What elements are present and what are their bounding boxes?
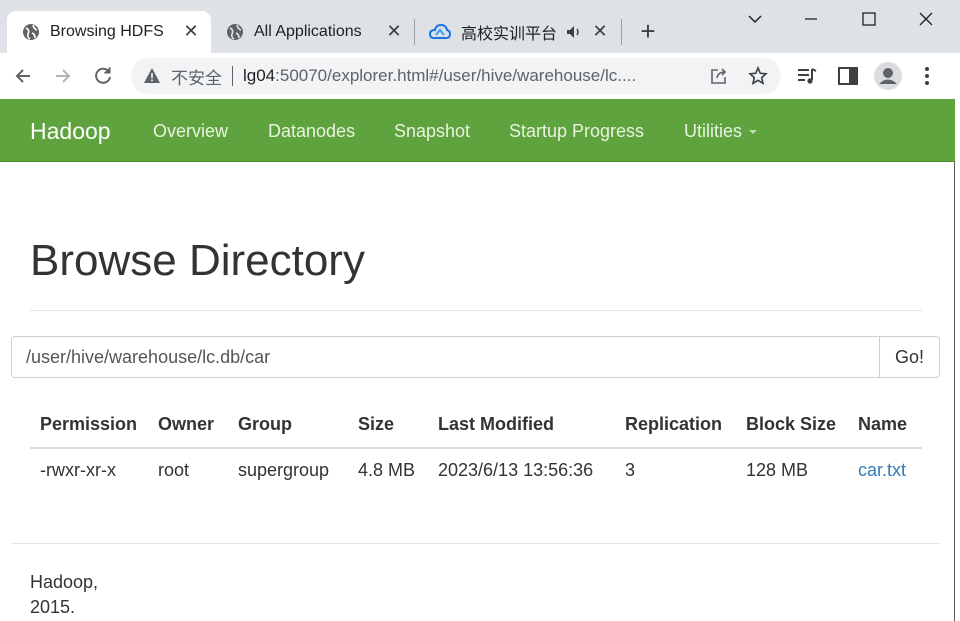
column-header-size[interactable]: Size [358, 414, 394, 435]
table-header-divider [30, 447, 922, 449]
forward-icon[interactable] [48, 61, 78, 91]
globe-icon [23, 24, 39, 40]
close-tab-icon[interactable]: ✕ [590, 21, 610, 41]
hadoop-navbar: Hadoop Overview Datanodes Snapshot Start… [0, 99, 955, 162]
footer: Hadoop, 2015. [30, 570, 98, 620]
url-host: lg04 [243, 66, 276, 85]
close-window-icon[interactable] [911, 6, 941, 32]
back-icon[interactable] [8, 61, 38, 91]
footer-divider [11, 543, 940, 544]
share-icon[interactable] [709, 66, 729, 86]
navbar-brand[interactable]: Hadoop [30, 118, 111, 145]
nav-datanodes[interactable]: Datanodes [268, 121, 355, 142]
cloud-icon [429, 24, 451, 39]
security-label: 不安全 [171, 68, 222, 88]
cell-group: supergroup [238, 460, 330, 480]
cell-block-size: 128 MB [746, 460, 809, 480]
cell-permission: -rwxr-xr-x [40, 460, 116, 480]
reload-icon[interactable] [88, 61, 118, 91]
footer-line: 2015. [30, 597, 76, 617]
nav-snapshot[interactable]: Snapshot [394, 121, 470, 142]
tab-search-icon[interactable] [740, 6, 770, 32]
tab-training-platform[interactable]: 高校实训平台 ✕ [416, 11, 620, 53]
cell-last-modified: 2023/6/13 13:56:36 [438, 460, 594, 480]
go-button[interactable]: Go! [879, 336, 940, 378]
tab-separator [621, 19, 622, 45]
star-icon[interactable] [748, 66, 768, 86]
minimize-icon[interactable] [796, 6, 826, 32]
url-path: :50070/explorer.html#/user/hive/warehous… [275, 66, 637, 85]
close-tab-icon[interactable]: ✕ [384, 21, 404, 41]
globe-icon [227, 24, 243, 40]
speaker-icon[interactable] [566, 25, 582, 39]
browser-toolbar: 不安全 lg04:50070/explorer.html#/user/hive/… [0, 53, 960, 99]
column-header-replication[interactable]: Replication [625, 414, 722, 435]
nav-utilities-label: Utilities [684, 121, 743, 141]
page-title: Browse Directory [30, 236, 365, 285]
tab-title: All Applications [254, 23, 362, 40]
column-header-last-modified[interactable]: Last Modified [438, 414, 554, 435]
directory-path-input[interactable] [11, 336, 880, 378]
address-divider [232, 66, 233, 86]
tab-separator [414, 19, 415, 45]
profile-icon[interactable] [874, 62, 902, 90]
column-header-block-size[interactable]: Block Size [746, 414, 836, 435]
media-icon[interactable] [796, 65, 818, 87]
nav-utilities[interactable]: Utilities [684, 121, 758, 142]
tab-strip: Browsing HDFS ✕ All Applications ✕ 高校实训平… [0, 0, 960, 53]
column-header-name[interactable]: Name [858, 414, 907, 435]
cell-owner: root [158, 460, 190, 480]
address-bar[interactable]: 不安全 lg04:50070/explorer.html#/user/hive/… [131, 58, 781, 94]
tab-title: 高校实训平台 [461, 26, 558, 43]
close-tab-icon[interactable]: ✕ [181, 21, 201, 41]
file-link-car-txt[interactable]: car.txt [858, 460, 906, 481]
column-header-owner[interactable]: Owner [158, 414, 214, 435]
tab-all-applications[interactable]: All Applications ✕ [212, 11, 412, 53]
avatar [879, 68, 897, 84]
tab-browsing-hdfs[interactable]: Browsing HDFS ✕ [7, 11, 211, 53]
new-tab-button[interactable]: + [636, 18, 660, 44]
tab-title: Browsing HDFS [50, 23, 164, 40]
warning-icon[interactable] [143, 67, 161, 85]
column-header-permission[interactable]: Permission [40, 414, 137, 435]
cell-size: 4.8 MB [358, 460, 416, 480]
divider [30, 310, 922, 311]
sidepanel-icon[interactable] [837, 65, 859, 87]
nav-overview[interactable]: Overview [153, 121, 228, 142]
nav-startup-progress[interactable]: Startup Progress [509, 121, 644, 142]
column-header-group[interactable]: Group [238, 414, 292, 435]
cell-replication: 3 [625, 460, 636, 480]
menu-icon[interactable] [917, 64, 937, 88]
maximize-icon[interactable] [854, 6, 884, 32]
footer-line: Hadoop, [30, 572, 99, 592]
caret-down-icon [749, 130, 758, 135]
page-edge [954, 162, 955, 621]
